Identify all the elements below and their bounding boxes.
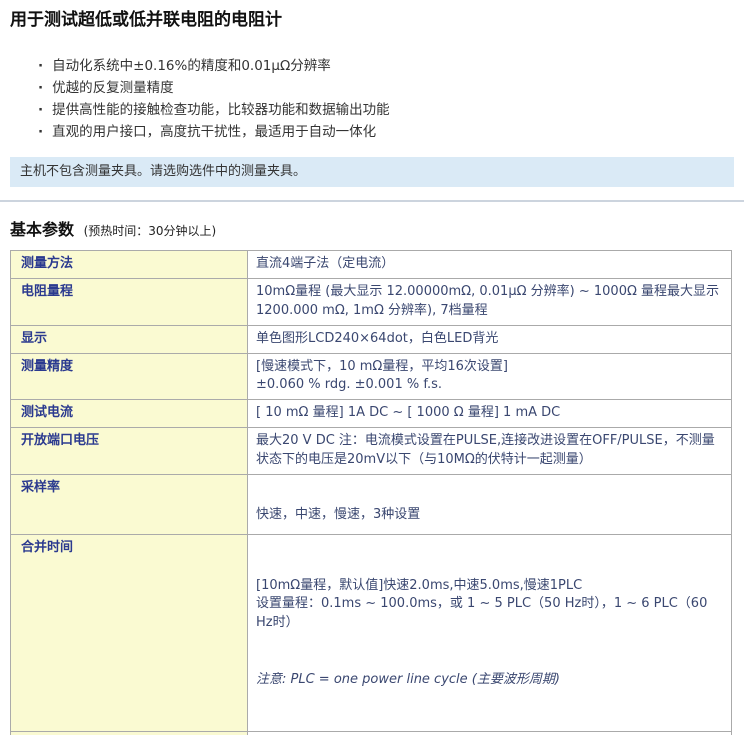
feature-list: 自动化系统中±0.16%的精度和0.01μΩ分辨率 优越的反复测量精度 提供高性… [10,55,734,143]
spec-row: 电阻量程 10mΩ量程 (最大显示 12.00000mΩ, 0.01μΩ 分辨率… [11,279,732,326]
spec-label: 开放端口电压 [11,428,248,475]
spec-value: 直流4端子法（定电流） [248,251,732,279]
feature-item: 自动化系统中±0.16%的精度和0.01μΩ分辨率 [38,55,734,77]
spec-row: 显示 单色图形LCD240×64dot，白色LED背光 [11,325,732,353]
spec-value: 10mΩ量程 (最大显示 12.00000mΩ, 0.01μΩ 分辨率) ~ 1… [248,279,732,326]
spec-value: 快速，中速，慢速，3种设置 [248,474,732,534]
spec-label: 显示 [11,325,248,353]
spec-value: [ 10 mΩ 量程] 1A DC ~ [ 1000 Ω 量程] 1 mA DC [248,400,732,428]
feature-item: 提供高性能的接触检查功能，比较器功能和数据输出功能 [38,99,734,121]
spec-value-text: [10mΩ量程，默认值]快速2.0ms,中速5.0ms,慢速1PLC 设置量程：… [256,577,723,634]
spec-value: 单色图形LCD240×64dot，白色LED背光 [248,325,732,353]
spec-label: 电阻量程 [11,279,248,326]
spec-row: 合并时间 [10mΩ量程，默认值]快速2.0ms,中速5.0ms,慢速1PLC … [11,534,732,731]
spec-label: 合并时间 [11,534,248,731]
spec-value: 最大20 V DC 注：电流模式设置在PULSE,连接改进设置在OFF/PULS… [248,428,732,475]
spec-label: 测试电流 [11,400,248,428]
spec-row: 测试电流 [ 10 mΩ 量程] 1A DC ~ [ 1000 Ω 量程] 1 … [11,400,732,428]
notice-bar: 主机不包含测量夹具。请选购选件中的测量夹具。 [10,157,734,187]
spec-table: 测量方法 直流4端子法（定电流） 电阻量程 10mΩ量程 (最大显示 12.00… [10,250,732,735]
spec-row: 测量精度 [慢速模式下，10 mΩ量程，平均16次设置] ±0.060 % rd… [11,353,732,400]
section-title: 基本参数 (预热时间：30分钟以上) [10,216,734,240]
section-title-text: 基本参数 [10,220,74,239]
spec-row: 测量方法 直流4端子法（定电流） [11,251,732,279]
spec-label: 测量方法 [11,251,248,279]
section-title-suffix: (预热时间：30分钟以上) [84,224,217,238]
spec-value: [10mΩ量程，默认值]快速2.0ms,中速5.0ms,慢速1PLC 设置量程：… [248,534,732,731]
spec-note: 注意: PLC = one power line cycle (主要波形周期) [256,671,723,690]
feature-item: 直观的用户接口，高度抗干扰性，最适用于自动一体化 [38,121,734,143]
spec-row: 开放端口电压 最大20 V DC 注：电流模式设置在PULSE,连接改进设置在O… [11,428,732,475]
spec-label: 采样率 [11,474,248,534]
feature-item: 优越的反复测量精度 [38,77,734,99]
page-title: 用于测试超低或低并联电阻的电阻计 [10,10,734,31]
spec-row: 采样率 快速，中速，慢速，3种设置 [11,474,732,534]
section-divider [0,200,744,202]
spec-value: [慢速模式下，10 mΩ量程，平均16次设置] ±0.060 % rdg. ±0… [248,353,732,400]
spec-label: 测量精度 [11,353,248,400]
product-spec-page: 用于测试超低或低并联电阻的电阻计 自动化系统中±0.16%的精度和0.01μΩ分… [0,0,744,735]
